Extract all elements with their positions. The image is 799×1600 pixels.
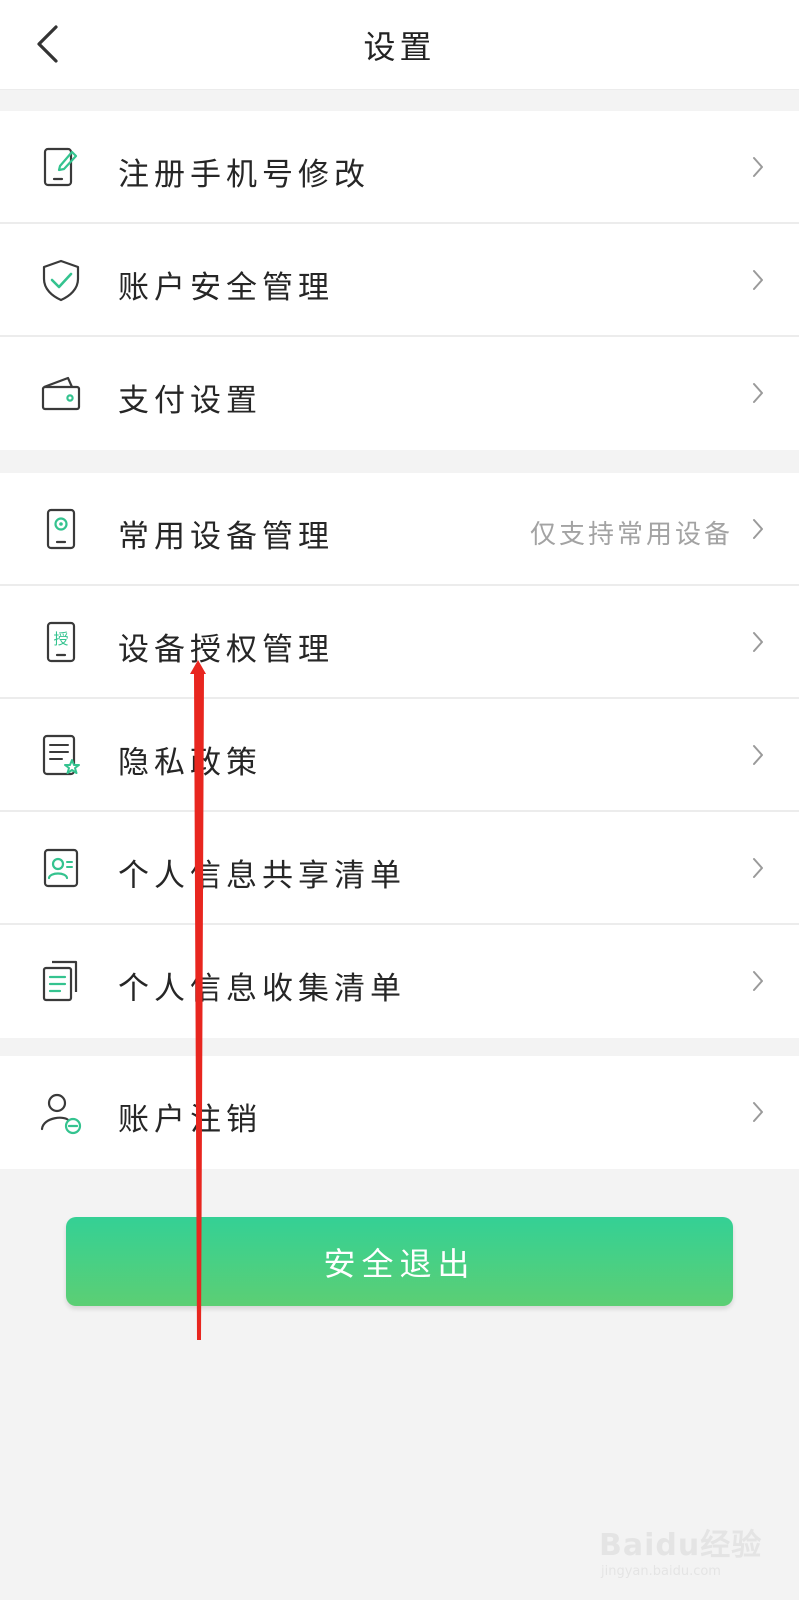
chevron-right-icon: [753, 157, 763, 177]
settings-item-info-sharing-list[interactable]: 个人信息共享清单: [0, 812, 799, 925]
settings-group-account-cancel: 账户注销: [0, 1056, 799, 1169]
settings-item-account-security[interactable]: 账户安全管理: [0, 224, 799, 337]
settings-item-label: 个人信息收集清单: [118, 971, 406, 1007]
settings-item-label: 个人信息共享清单: [118, 858, 406, 894]
settings-item-payment[interactable]: 支付设置: [0, 337, 799, 450]
chevron-right-icon: [753, 632, 763, 652]
document-star-icon: [42, 734, 80, 776]
settings-item-account-cancellation[interactable]: 账户注销: [0, 1056, 799, 1169]
chevron-right-icon: [753, 383, 763, 403]
chevron-right-icon: [753, 519, 763, 539]
settings-group-account: 注册手机号修改 账户安全管理 支付设置: [0, 111, 799, 450]
settings-group-devices-privacy: 常用设备管理 仅支持常用设备 授 设备授权管理 隐私政策 个人信息共享清单 个人…: [0, 473, 799, 1038]
watermark-brand: Baidu经验: [599, 1528, 763, 1563]
shield-check-icon: [42, 259, 80, 302]
chevron-right-icon: [753, 745, 763, 765]
settings-item-change-phone[interactable]: 注册手机号修改: [0, 111, 799, 224]
settings-item-label: 常用设备管理: [118, 519, 334, 555]
chevron-right-icon: [753, 971, 763, 991]
page-title: 设置: [363, 28, 436, 66]
annotation-arrow: [190, 660, 206, 1340]
contact-card-icon: [43, 848, 79, 888]
settings-item-device-authorization[interactable]: 授 设备授权管理: [0, 586, 799, 699]
device-authorize-icon: 授: [46, 621, 76, 663]
settings-item-hint: 仅支持常用设备: [529, 520, 733, 550]
settings-item-info-collection-list[interactable]: 个人信息收集清单: [0, 925, 799, 1038]
device-gear-icon: [46, 508, 76, 550]
settings-item-label: 账户安全管理: [118, 270, 334, 306]
settings-item-label: 注册手机号修改: [118, 157, 370, 193]
documents-list-icon: [42, 960, 78, 1002]
settings-item-frequent-devices[interactable]: 常用设备管理 仅支持常用设备: [0, 473, 799, 586]
baidu-jingyan-watermark: Baidu经验 jingyan.baidu.com: [599, 1520, 763, 1590]
safe-logout-button[interactable]: 安全退出: [66, 1217, 733, 1306]
settings-item-privacy-policy[interactable]: 隐私政策: [0, 699, 799, 812]
watermark-url: jingyan.baidu.com: [601, 1564, 721, 1579]
chevron-right-icon: [753, 858, 763, 878]
chevron-right-icon: [753, 270, 763, 290]
wallet-icon: [41, 376, 81, 411]
settings-item-label: 支付设置: [118, 383, 262, 419]
phone-edit-icon: [43, 147, 78, 187]
authorize-glyph: 授: [53, 630, 68, 648]
header-bar: 设置: [0, 0, 799, 90]
chevron-right-icon: [753, 1102, 763, 1122]
user-remove-icon: [40, 1093, 82, 1135]
